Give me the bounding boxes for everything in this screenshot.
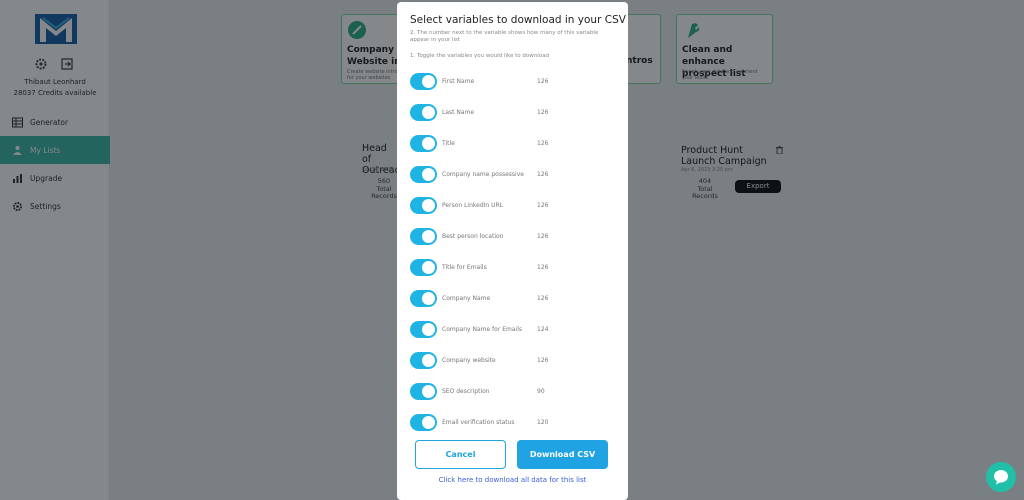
variable-label: Person LinkedIn URL — [442, 202, 504, 209]
variable-label: Title — [442, 140, 455, 147]
variable-toggle[interactable] — [410, 321, 437, 338]
variable-count: 126 — [537, 202, 549, 209]
variable-row: Company Name for Emails 124 — [410, 314, 620, 345]
variable-count: 126 — [537, 295, 549, 302]
variable-toggle[interactable] — [410, 228, 437, 245]
variable-count: 126 — [537, 171, 549, 178]
variable-row: Email verification status 120 — [410, 407, 620, 438]
chat-widget-button[interactable] — [986, 462, 1016, 492]
cancel-button[interactable]: Cancel — [415, 440, 506, 469]
variable-row: Last Name 126 — [410, 97, 620, 128]
variable-toggle[interactable] — [410, 414, 437, 431]
variable-count: 126 — [537, 78, 549, 85]
variable-label: Email verification status — [442, 419, 515, 426]
variable-toggle[interactable] — [410, 73, 437, 90]
variable-label: Company name possessive — [442, 171, 524, 178]
variable-row: Company website 126 — [410, 345, 620, 376]
variable-toggle[interactable] — [410, 197, 437, 214]
variable-label: SEO description — [442, 388, 490, 395]
modal-title: Select variables to download in your CSV — [410, 14, 626, 26]
variable-row: SEO description 90 — [410, 376, 620, 407]
variable-toggle[interactable] — [410, 166, 437, 183]
modal-instruction: 1. Toggle the variables you would like t… — [410, 53, 550, 59]
variable-count: 120 — [537, 419, 549, 426]
variable-row: Title 126 — [410, 128, 620, 159]
variable-label: First Name — [442, 78, 475, 85]
variable-label: Title for Emails — [442, 264, 487, 271]
variable-count: 126 — [537, 109, 549, 116]
variable-count: 126 — [537, 264, 549, 271]
variable-label: Last Name — [442, 109, 475, 116]
variable-label: Company Name — [442, 295, 491, 302]
variable-toggle[interactable] — [410, 352, 437, 369]
variable-list: First Name 126 Last Name 126 Title 126 C… — [410, 66, 620, 438]
variable-row: Best person location 126 — [410, 221, 620, 252]
variable-count: 124 — [537, 326, 549, 333]
variable-label: Company Name for Emails — [442, 326, 522, 333]
csv-download-modal: Select variables to download in your CSV… — [397, 2, 628, 500]
variable-row: Person LinkedIn URL 126 — [410, 190, 620, 221]
variable-toggle[interactable] — [410, 383, 437, 400]
variable-toggle[interactable] — [410, 135, 437, 152]
variable-row: Company Name 126 — [410, 283, 620, 314]
download-all-link[interactable]: Click here to download all data for this… — [397, 476, 628, 484]
variable-toggle[interactable] — [410, 290, 437, 307]
download-csv-button[interactable]: Download CSV — [517, 440, 608, 469]
variable-row: Title for Emails 126 — [410, 252, 620, 283]
variable-row: First Name 126 — [410, 66, 620, 97]
variable-toggle[interactable] — [410, 259, 437, 276]
variable-count: 90 — [537, 388, 545, 395]
chat-icon — [994, 470, 1008, 485]
variable-count: 126 — [537, 357, 549, 364]
variable-label: Best person location — [442, 233, 504, 240]
variable-count: 126 — [537, 140, 549, 147]
variable-count: 126 — [537, 233, 549, 240]
modal-subtitle: 2. The number next to the variable shows… — [410, 30, 599, 43]
variable-row: Company name possessive 126 — [410, 159, 620, 190]
variable-label: Company website — [442, 357, 496, 364]
variable-toggle[interactable] — [410, 104, 437, 121]
